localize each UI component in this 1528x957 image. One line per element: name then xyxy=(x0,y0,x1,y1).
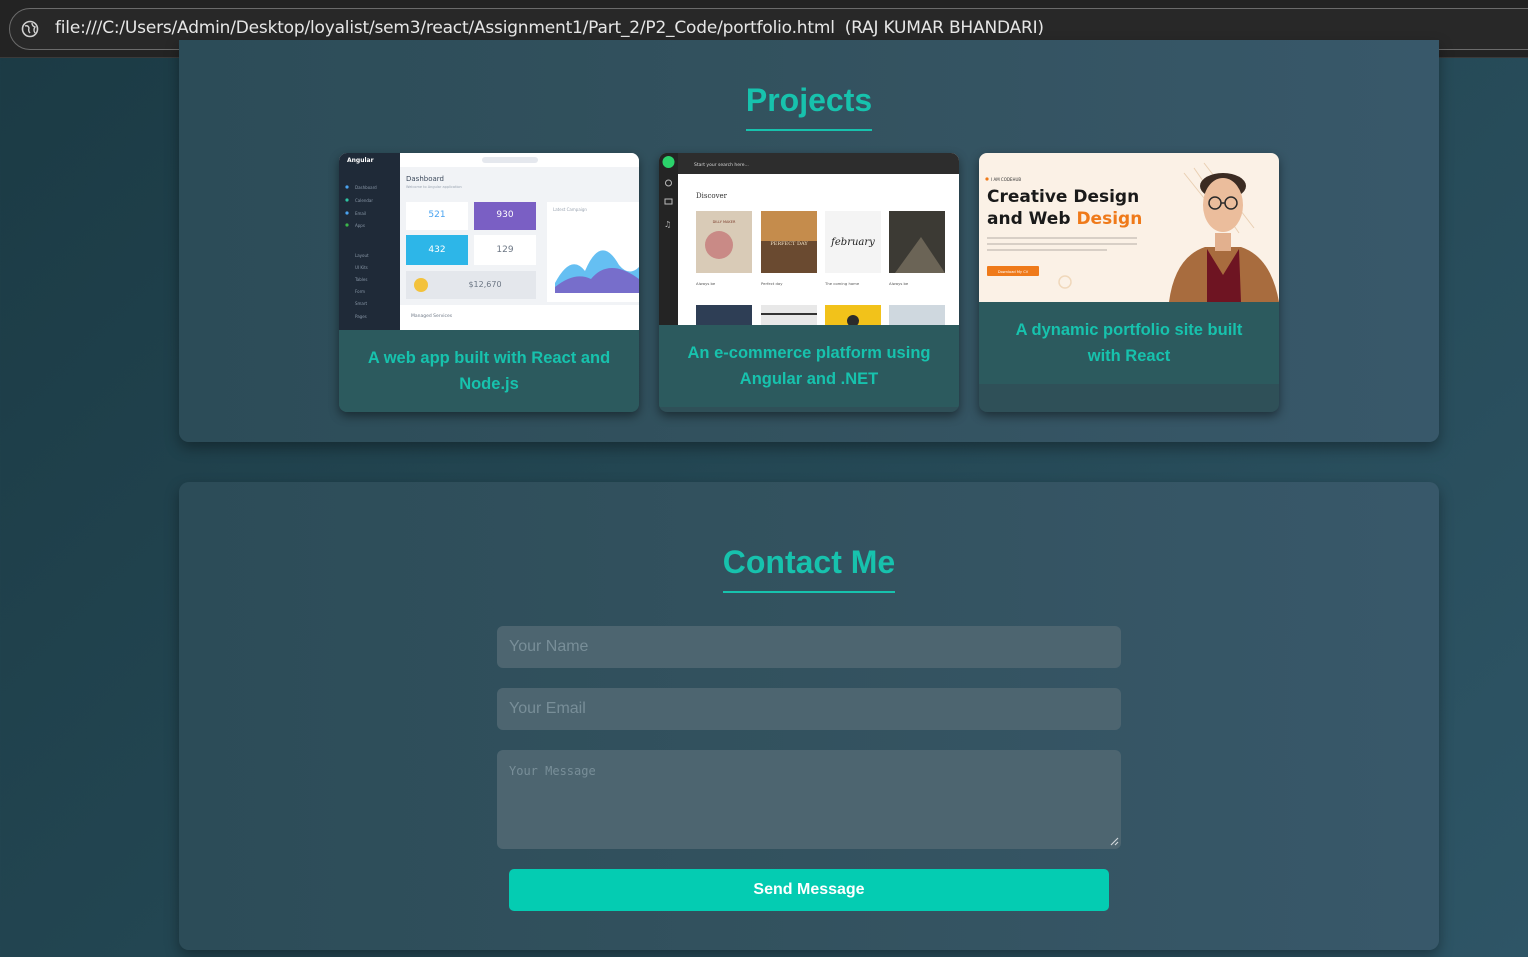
svg-text:Smart: Smart xyxy=(355,301,368,306)
svg-text:Start your search here...: Start your search here... xyxy=(694,162,749,168)
page-title-suffix: (RAJ KUMAR BHANDARI) xyxy=(844,18,1044,38)
svg-text:I AM CODEHUB: I AM CODEHUB xyxy=(991,177,1021,182)
svg-text:Always be: Always be xyxy=(696,281,716,286)
project-3-description-area: A dynamic portfolio site built with Reac… xyxy=(979,302,1279,384)
svg-text:DILLY MAKER: DILLY MAKER xyxy=(713,220,736,224)
svg-text:Download My CV: Download My CV xyxy=(998,270,1029,274)
svg-text:PERFECT DAY: PERFECT DAY xyxy=(770,241,808,247)
svg-text:february: february xyxy=(830,237,875,248)
project-1-description: A web app built with React and Node.js xyxy=(367,349,611,393)
svg-text:129: 129 xyxy=(496,245,513,255)
svg-text:Pages: Pages xyxy=(355,314,367,319)
svg-text:Calendar: Calendar xyxy=(355,198,373,203)
svg-text:432: 432 xyxy=(428,245,445,255)
svg-text:♫: ♫ xyxy=(664,220,671,229)
svg-text:Welcome to Angular application: Welcome to Angular application xyxy=(406,185,462,189)
svg-text:Form: Form xyxy=(355,289,365,294)
svg-text:Email: Email xyxy=(355,211,366,216)
thumb1-brand: Angular xyxy=(347,157,374,164)
project-2-description-area: An e-commerce platform using Angular and… xyxy=(659,325,959,407)
project-3-description: A dynamic portfolio site built with Reac… xyxy=(1015,321,1243,365)
svg-text:UI Kits: UI Kits xyxy=(355,265,368,270)
svg-text:Managed Services: Managed Services xyxy=(411,313,453,319)
svg-text:930: 930 xyxy=(496,210,513,220)
svg-text:521: 521 xyxy=(428,210,445,220)
thumb1-heading: Dashboard xyxy=(406,175,444,183)
thumb2-heading: Discover xyxy=(696,192,728,200)
svg-text:Latest Campaign: Latest Campaign xyxy=(553,207,587,212)
contact-section: Contact Me Send Message xyxy=(179,482,1439,950)
globe-icon xyxy=(21,20,39,38)
resize-handle-icon[interactable] xyxy=(1108,835,1119,846)
project-3-thumbnail: I AM CODEHUB Creative Design and Web Des… xyxy=(979,153,1279,302)
send-message-button[interactable]: Send Message xyxy=(509,869,1109,911)
project-2-thumbnail: ♫ Start your search here... Discover DIL… xyxy=(659,153,959,325)
message-textarea[interactable] xyxy=(497,750,1121,849)
project-1-thumbnail: Angular Dashboard Calendar Email Apps La… xyxy=(339,153,639,330)
email-input[interactable] xyxy=(497,688,1121,730)
projects-heading: Projects xyxy=(179,82,1439,131)
svg-text:$12,670: $12,670 xyxy=(468,280,501,289)
svg-text:The coming home: The coming home xyxy=(824,281,860,286)
project-2-description: An e-commerce platform using Angular and… xyxy=(687,344,931,388)
thumb3-headline-1: Creative Design xyxy=(987,187,1139,207)
svg-text:Always be: Always be xyxy=(889,281,909,286)
svg-text:Perfect day: Perfect day xyxy=(761,281,783,286)
url-text: file:///C:/Users/Admin/Desktop/loyalist/… xyxy=(55,18,835,38)
svg-text:Apps: Apps xyxy=(355,223,365,228)
contact-heading: Contact Me xyxy=(179,544,1439,593)
project-card-1[interactable]: Angular Dashboard Calendar Email Apps La… xyxy=(339,153,639,412)
svg-text:Tables: Tables xyxy=(354,277,367,282)
svg-text:Layout: Layout xyxy=(355,253,369,258)
projects-section: Projects Angular Dashboard Calendar Emai… xyxy=(179,40,1439,442)
svg-text:Dashboard: Dashboard xyxy=(355,185,377,190)
project-card-2[interactable]: ♫ Start your search here... Discover DIL… xyxy=(659,153,959,412)
project-1-description-area: A web app built with React and Node.js xyxy=(339,330,639,412)
address-bar-text: file:///C:/Users/Admin/Desktop/loyalist/… xyxy=(55,18,1044,38)
name-input[interactable] xyxy=(497,626,1121,668)
thumb3-headline-2: and Web Design xyxy=(987,209,1142,229)
project-card-3[interactable]: I AM CODEHUB Creative Design and Web Des… xyxy=(979,153,1279,412)
